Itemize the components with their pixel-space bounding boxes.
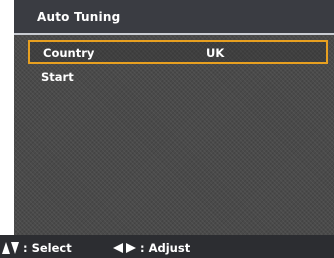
page-title: Auto Tuning [37, 10, 121, 24]
title-divider [14, 33, 334, 35]
select-hint: : Select [2, 241, 72, 255]
menu-item-label: Country [43, 46, 95, 60]
select-hint-label: : Select [23, 241, 72, 255]
menu-item-country[interactable]: Country UK [28, 40, 328, 64]
footer-hint-bar: : Select : Adjust [0, 235, 334, 258]
left-right-arrows-icon [113, 243, 136, 253]
menu-item-label: Start [41, 70, 74, 84]
adjust-hint-label: : Adjust [140, 241, 191, 255]
adjust-hint: : Adjust [113, 241, 190, 255]
menu-item-start[interactable]: Start [28, 66, 328, 90]
up-down-arrows-icon [2, 242, 19, 254]
country-value: UK [206, 46, 225, 60]
auto-tuning-screen: Auto Tuning Country UK Start [14, 0, 334, 258]
title-bar: Auto Tuning [14, 0, 334, 33]
